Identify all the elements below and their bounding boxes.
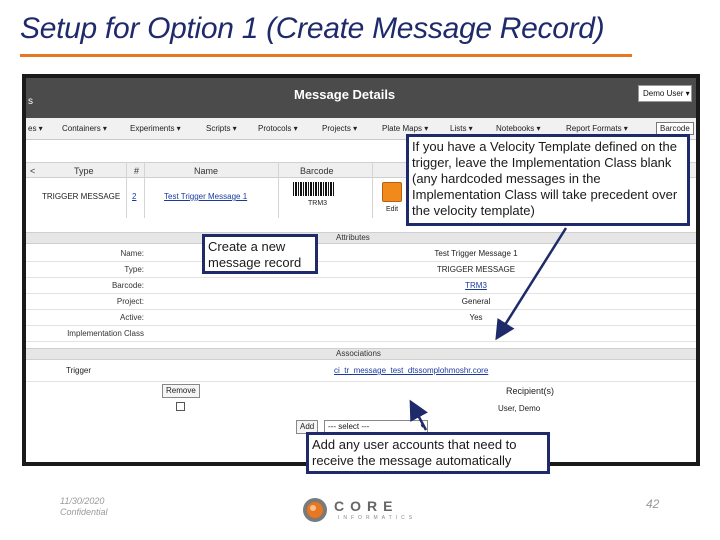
- attr-row-barcode: Barcode: TRM3: [26, 278, 696, 294]
- attr-value: Test Trigger Message 1: [434, 249, 518, 258]
- attr-value: General: [461, 297, 491, 306]
- attr-row-active: Active: Yes: [26, 310, 696, 326]
- core-logo: CORE INFORMATICS: [302, 497, 432, 523]
- column-divider: [126, 162, 127, 218]
- recipient-header: Recipient(s): [506, 386, 555, 396]
- attr-value-barcode-link[interactable]: TRM3: [406, 281, 546, 290]
- trigger-label: Trigger: [66, 366, 92, 375]
- remove-button[interactable]: Remove: [162, 384, 200, 398]
- create-record-callout: Create a new message record: [202, 234, 318, 274]
- col-head-name: Name: [194, 166, 219, 176]
- page-number: 42: [646, 497, 660, 511]
- col-head-barcode: Barcode: [300, 166, 334, 176]
- barcode-image: [293, 182, 335, 196]
- row-number-link[interactable]: 2: [132, 192, 136, 201]
- col-head-prev[interactable]: <: [30, 166, 35, 176]
- attr-label: Barcode:: [111, 281, 144, 290]
- footer-date: 11/30/2020 Confidential: [60, 496, 108, 518]
- footer-confidential-text: Confidential: [60, 507, 108, 517]
- screenshot-frame: s Message Details Demo User ▾ es ▾ Conta…: [22, 74, 700, 466]
- nav-item-scripts[interactable]: Scripts ▾: [206, 124, 237, 133]
- nav-item-protocols[interactable]: Protocols ▾: [258, 124, 298, 133]
- attr-value: TRIGGER MESSAGE: [436, 265, 516, 274]
- add-accounts-callout: Add any user accounts that need to recei…: [306, 432, 550, 474]
- column-divider: [278, 162, 279, 218]
- nav-item-plate-maps[interactable]: Plate Maps ▾: [382, 124, 428, 133]
- barcode-text: TRM3: [308, 200, 328, 207]
- attr-label: Type:: [124, 265, 144, 274]
- footer-date-text: 11/30/2020: [60, 496, 105, 506]
- column-divider: [372, 162, 373, 218]
- velocity-template-callout: If you have a Velocity Template defined …: [406, 134, 690, 226]
- page-title: Message Details: [294, 87, 396, 102]
- user-menu[interactable]: Demo User ▾: [638, 85, 692, 102]
- nav-item-projects[interactable]: Projects ▾: [322, 124, 357, 133]
- attr-label: Implementation Class: [67, 329, 144, 338]
- trigger-row: Trigger ci_tr_message_test_dtssomplohmos…: [26, 362, 696, 382]
- add-accounts-callout-text: Add any user accounts that need to recei…: [312, 437, 517, 468]
- edit-label[interactable]: Edit: [386, 206, 398, 213]
- slide-title: Setup for Option 1 (Create Message Recor…: [20, 12, 605, 45]
- nav-item-report-formats[interactable]: Report Formats ▾: [566, 124, 628, 133]
- attr-row-name: Name: Test Trigger Message 1: [26, 246, 696, 262]
- trigger-link[interactable]: ci_tr_message_test_dtssomplohmoshr.core: [334, 366, 488, 375]
- app-header: s Message Details Demo User ▾: [26, 78, 696, 118]
- associations-section-label: Associations: [336, 349, 381, 358]
- attr-label: Name:: [120, 249, 144, 258]
- logo-subtext: INFORMATICS: [338, 515, 417, 521]
- attr-row-type: Type: TRIGGER MESSAGE: [26, 262, 696, 278]
- create-record-callout-text: Create a new message record: [208, 239, 302, 270]
- nav-item-notebooks[interactable]: Notebooks ▾: [496, 124, 540, 133]
- attributes-section-label: Attributes: [336, 233, 370, 242]
- attr-row-project: Project: General: [26, 294, 696, 310]
- row-name-link[interactable]: Test Trigger Message 1: [164, 192, 247, 201]
- nav-item-samples[interactable]: es ▾: [28, 124, 43, 133]
- recipient-checkbox[interactable]: [176, 402, 185, 411]
- attr-row-implementation-class: Implementation Class: [26, 326, 696, 342]
- title-rule: [20, 54, 632, 57]
- nav-item-experiments[interactable]: Experiments ▾: [130, 124, 181, 133]
- col-head-number: #: [134, 166, 140, 176]
- header-left-text: s: [28, 96, 33, 107]
- attributes-section-header: Attributes: [26, 232, 696, 244]
- nav-item-lists[interactable]: Lists ▾: [450, 124, 473, 133]
- attr-value: Yes: [469, 313, 483, 322]
- attr-label: Project:: [116, 297, 144, 306]
- nav-item-containers[interactable]: Containers ▾: [62, 124, 107, 133]
- velocity-template-callout-text: If you have a Velocity Template defined …: [412, 139, 678, 218]
- edit-pencil-icon[interactable]: [382, 182, 402, 202]
- recipient-value: User, Demo: [498, 404, 541, 413]
- recipient-select-value: --- select ---: [328, 422, 370, 431]
- attr-label: Active:: [119, 313, 144, 322]
- associations-section-header: Associations: [26, 348, 696, 360]
- row-type: TRIGGER MESSAGE: [42, 192, 121, 201]
- core-logo-icon: [303, 498, 327, 522]
- column-divider: [144, 162, 145, 218]
- col-head-type: Type: [74, 166, 94, 176]
- logo-text: CORE: [334, 498, 399, 514]
